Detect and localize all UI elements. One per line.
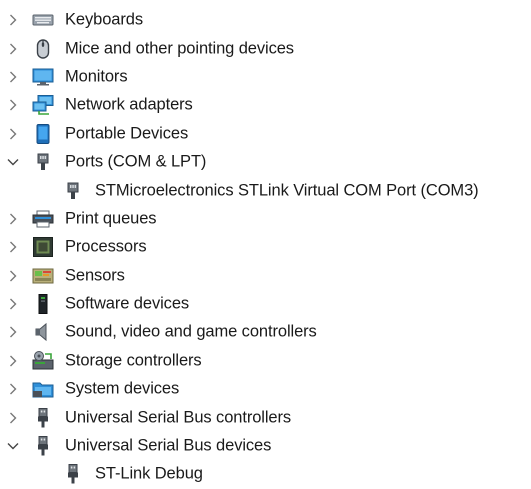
device-tree: Keyboards Mice and other pointing device… bbox=[0, 0, 531, 484]
keyboard-icon bbox=[32, 9, 54, 31]
chevron-right-icon[interactable] bbox=[6, 325, 20, 339]
tree-item-mice[interactable]: Mice and other pointing devices bbox=[0, 34, 531, 62]
chevron-right-icon[interactable] bbox=[6, 354, 20, 368]
sensor-icon bbox=[32, 265, 54, 287]
mouse-icon bbox=[32, 38, 54, 60]
tree-item-usb-controllers[interactable]: Universal Serial Bus controllers bbox=[0, 403, 531, 431]
tree-item-label: Print queues bbox=[65, 209, 157, 228]
tree-item-storage-controllers[interactable]: Storage controllers bbox=[0, 347, 531, 375]
tree-item-ports[interactable]: Ports (COM & LPT) bbox=[0, 148, 531, 176]
tree-item-label: Keyboards bbox=[65, 10, 143, 29]
tree-item-st-link-debug[interactable]: ST-Link Debug bbox=[0, 460, 531, 488]
chevron-right-icon[interactable] bbox=[6, 297, 20, 311]
chevron-right-icon[interactable] bbox=[6, 382, 20, 396]
chevron-right-icon[interactable] bbox=[6, 42, 20, 56]
tree-item-software-devices[interactable]: Software devices bbox=[0, 290, 531, 318]
chevron-right-icon[interactable] bbox=[6, 212, 20, 226]
chevron-right-icon[interactable] bbox=[6, 127, 20, 141]
tree-item-label: ST-Link Debug bbox=[95, 464, 203, 483]
chevron-right-icon[interactable] bbox=[6, 240, 20, 254]
tree-item-label: System devices bbox=[65, 379, 180, 398]
processor-icon bbox=[32, 236, 54, 258]
tree-item-label: Sound, video and game controllers bbox=[65, 322, 317, 341]
tree-item-label: Portable Devices bbox=[65, 124, 189, 143]
chevron-right-icon[interactable] bbox=[6, 98, 20, 112]
chevron-right-icon[interactable] bbox=[6, 70, 20, 84]
tree-item-label: Software devices bbox=[65, 294, 190, 313]
tree-item-system-devices[interactable]: System devices bbox=[0, 375, 531, 403]
chevron-right-icon[interactable] bbox=[6, 411, 20, 425]
tree-item-label: Universal Serial Bus controllers bbox=[65, 408, 292, 427]
tree-item-print-queues[interactable]: Print queues bbox=[0, 205, 531, 233]
storage-controller-icon bbox=[32, 350, 54, 372]
tree-item-label: Ports (COM & LPT) bbox=[65, 152, 207, 171]
chevron-down-icon[interactable] bbox=[6, 155, 20, 169]
tree-item-label: Mice and other pointing devices bbox=[65, 39, 294, 58]
tree-item-sound-video-game-controllers[interactable]: Sound, video and game controllers bbox=[0, 318, 531, 346]
tree-item-label: Storage controllers bbox=[65, 351, 202, 370]
portable-device-icon bbox=[32, 123, 54, 145]
tree-item-label: Sensors bbox=[65, 266, 125, 285]
tree-item-stlink-virtual-com-port[interactable]: STMicroelectronics STLink Virtual COM Po… bbox=[0, 176, 531, 204]
usb-icon bbox=[62, 463, 84, 485]
chevron-down-icon[interactable] bbox=[6, 439, 20, 453]
network-adapter-icon bbox=[32, 94, 54, 116]
tree-item-label: STMicroelectronics STLink Virtual COM Po… bbox=[95, 181, 479, 200]
speaker-icon bbox=[32, 321, 54, 343]
tree-item-label: Monitors bbox=[65, 67, 128, 86]
tree-item-label: Universal Serial Bus devices bbox=[65, 436, 272, 455]
usb-icon bbox=[32, 407, 54, 429]
usb-icon bbox=[32, 435, 54, 457]
chevron-right-icon[interactable] bbox=[6, 13, 20, 27]
port-icon bbox=[32, 151, 54, 173]
system-folder-icon bbox=[32, 378, 54, 400]
tree-item-processors[interactable]: Processors bbox=[0, 233, 531, 261]
chevron-right-icon[interactable] bbox=[6, 269, 20, 283]
tree-item-portable-devices[interactable]: Portable Devices bbox=[0, 120, 531, 148]
tree-item-network-adapters[interactable]: Network adapters bbox=[0, 91, 531, 119]
tree-item-sensors[interactable]: Sensors bbox=[0, 262, 531, 290]
printer-icon bbox=[32, 208, 54, 230]
tree-item-label: Processors bbox=[65, 237, 147, 256]
tree-item-keyboards[interactable]: Keyboards bbox=[0, 6, 531, 34]
tree-item-label: Network adapters bbox=[65, 95, 193, 114]
port-icon bbox=[62, 180, 84, 202]
software-device-icon bbox=[32, 293, 54, 315]
monitor-icon bbox=[32, 66, 54, 88]
tree-item-monitors[interactable]: Monitors bbox=[0, 63, 531, 91]
tree-item-usb-devices[interactable]: Universal Serial Bus devices bbox=[0, 432, 531, 460]
